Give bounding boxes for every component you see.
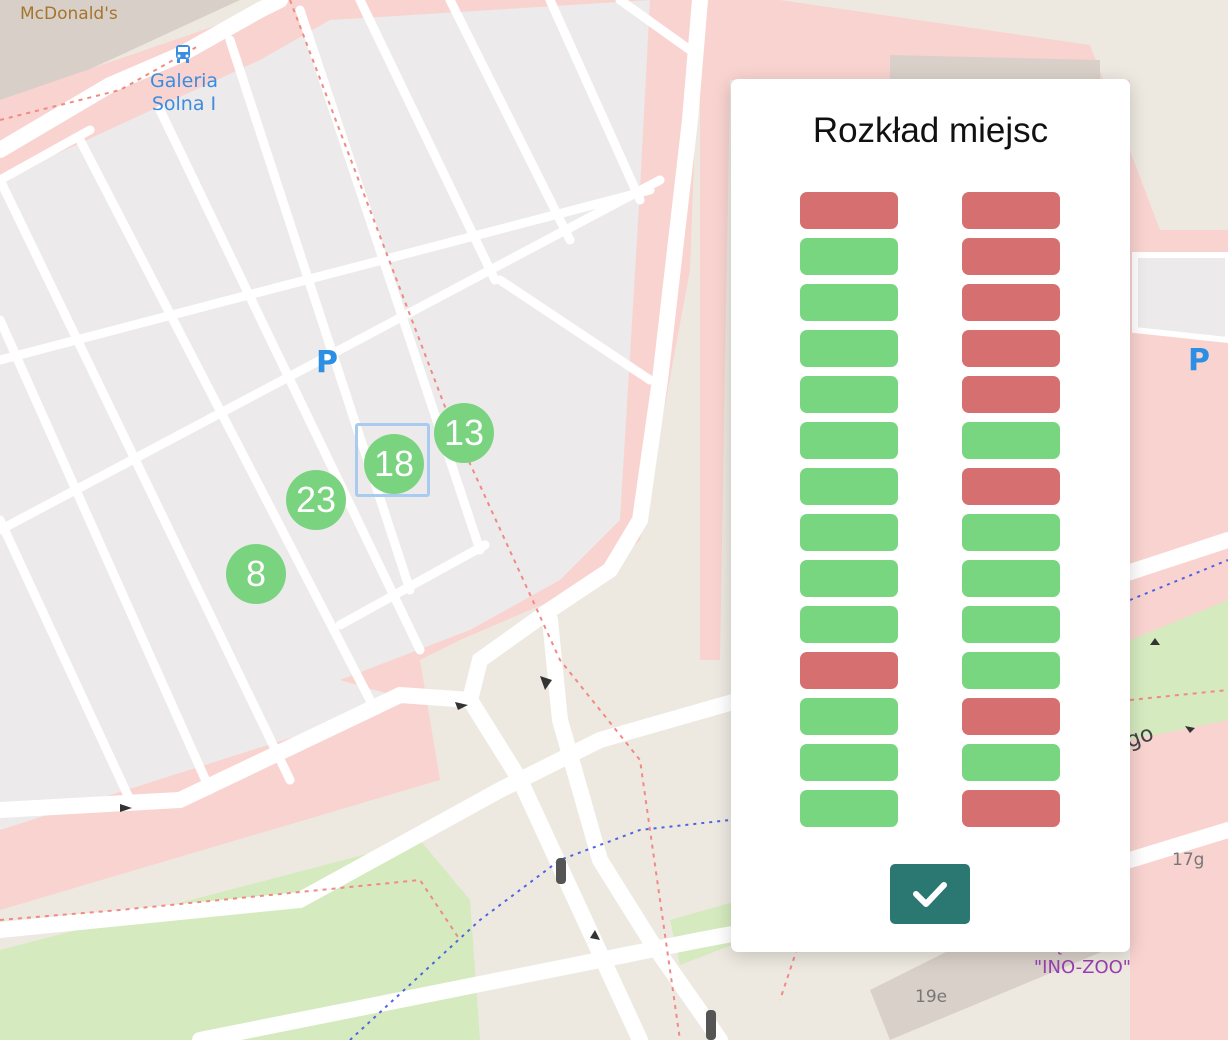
- seat-taken[interactable]: [962, 192, 1060, 229]
- seat-taken[interactable]: [962, 284, 1060, 321]
- seat-free[interactable]: [962, 560, 1060, 597]
- parking-cluster-marker[interactable]: 13: [434, 403, 494, 463]
- seat-free[interactable]: [800, 514, 898, 551]
- parking-cluster-marker-selected[interactable]: 18: [364, 434, 424, 494]
- seat-free[interactable]: [800, 606, 898, 643]
- seat-free[interactable]: [800, 330, 898, 367]
- seat-taken[interactable]: [962, 698, 1060, 735]
- seat-layout-modal: Rozkład miejsc: [731, 79, 1130, 952]
- seat-column-left: [800, 192, 898, 836]
- seat-free[interactable]: [800, 422, 898, 459]
- poi-bus-stop-label: Galeria Solna I: [150, 70, 219, 115]
- seat-taken[interactable]: [962, 790, 1060, 827]
- checkmark-icon: [913, 882, 947, 907]
- parking-cluster-marker[interactable]: 8: [226, 544, 286, 604]
- house-number: 19e: [915, 987, 948, 1007]
- seat-free[interactable]: [800, 284, 898, 321]
- seat-free[interactable]: [962, 422, 1060, 459]
- seat-free[interactable]: [962, 652, 1060, 689]
- confirm-button[interactable]: [890, 864, 970, 924]
- seat-free[interactable]: [800, 238, 898, 275]
- parking-icon: P: [1188, 343, 1210, 378]
- seat-free[interactable]: [800, 698, 898, 735]
- seat-free[interactable]: [962, 606, 1060, 643]
- seat-free[interactable]: [962, 514, 1060, 551]
- seat-free[interactable]: [800, 790, 898, 827]
- seat-taken[interactable]: [962, 330, 1060, 367]
- seat-taken[interactable]: [962, 238, 1060, 275]
- seat-taken[interactable]: [962, 468, 1060, 505]
- seat-free[interactable]: [962, 744, 1060, 781]
- seat-free[interactable]: [800, 560, 898, 597]
- house-number: 17g: [1172, 850, 1205, 870]
- seat-free[interactable]: [800, 376, 898, 413]
- seat-taken[interactable]: [962, 376, 1060, 413]
- parking-icon: P: [316, 345, 338, 380]
- bus-stop-icon: [176, 45, 190, 63]
- seat-free[interactable]: [800, 468, 898, 505]
- seat-taken[interactable]: [800, 192, 898, 229]
- seat-column-right: [962, 192, 1060, 836]
- poi-mcdonalds-label: McDonald's: [20, 4, 118, 24]
- parking-cluster-marker[interactable]: 23: [286, 470, 346, 530]
- seat-taken[interactable]: [800, 652, 898, 689]
- seat-free[interactable]: [800, 744, 898, 781]
- modal-title: Rozkład miejsc: [812, 111, 1049, 150]
